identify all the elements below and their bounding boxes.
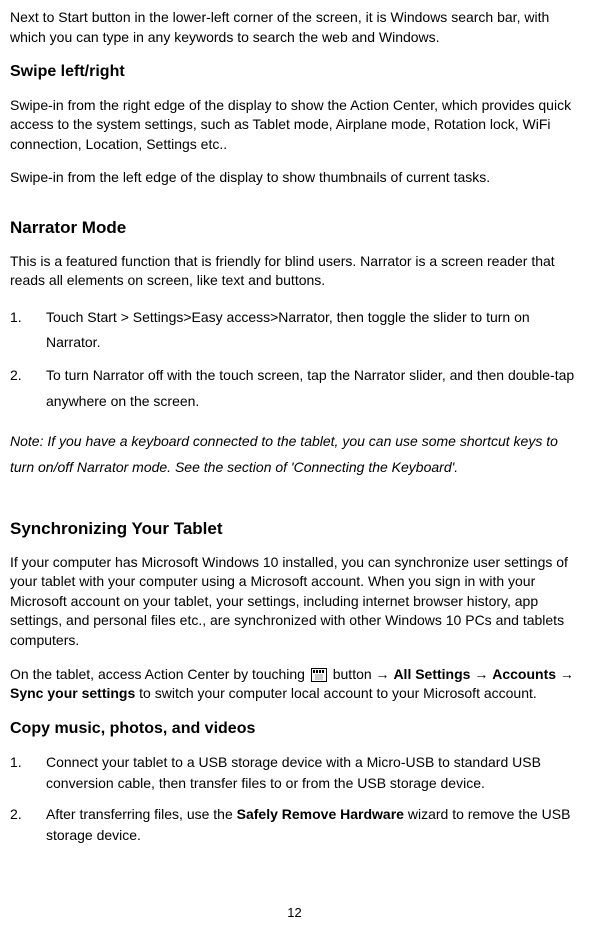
- list-item: 1. Connect your tablet to a USB storage …: [10, 752, 579, 794]
- step-number: 2.: [10, 804, 46, 846]
- step-number: 2.: [10, 363, 46, 413]
- narrator-intro: This is a featured function that is frie…: [10, 252, 579, 291]
- sync-paragraph-1: If your computer has Microsoft Windows 1…: [10, 553, 579, 651]
- text-fragment: button →: [329, 666, 394, 682]
- sync-heading: Synchronizing Your Tablet: [10, 517, 579, 541]
- copy-steps-list: 1. Connect your tablet to a USB storage …: [10, 752, 579, 846]
- step-number: 1.: [10, 752, 46, 794]
- text-fragment: →: [470, 666, 492, 682]
- step-content: To turn Narrator off with the touch scre…: [46, 363, 579, 413]
- page-number: 12: [0, 904, 589, 922]
- swipe-paragraph-1: Swipe-in from the right edge of the disp…: [10, 96, 579, 155]
- swipe-heading: Swipe left/right: [10, 61, 579, 83]
- text-fragment: to switch your computer local account to…: [135, 685, 537, 701]
- bold-text: Safely Remove Hardware: [237, 806, 404, 822]
- text-fragment: On the tablet, access Action Center by t…: [10, 666, 309, 682]
- step-number: 1.: [10, 305, 46, 355]
- narrator-steps-list: 1. Touch Start > Settings>Easy access>Na…: [10, 305, 579, 414]
- intro-paragraph: Next to Start button in the lower-left c…: [10, 8, 579, 47]
- action-center-icon: [311, 668, 327, 682]
- list-item: 2. After transferring files, use the Saf…: [10, 804, 579, 846]
- text-fragment: →: [556, 666, 574, 682]
- list-item: 2. To turn Narrator off with the touch s…: [10, 363, 579, 413]
- step-content: Touch Start > Settings>Easy access>Narra…: [46, 305, 579, 355]
- sync-paragraph-2: On the tablet, access Action Center by t…: [10, 665, 579, 704]
- bold-text: All Settings: [393, 666, 470, 682]
- step-content: After transferring files, use the Safely…: [46, 804, 579, 846]
- narrator-heading: Narrator Mode: [10, 216, 579, 240]
- bold-text: Sync your settings: [10, 685, 135, 701]
- list-item: 1. Touch Start > Settings>Easy access>Na…: [10, 305, 579, 355]
- text-fragment: After transferring files, use the: [46, 806, 237, 822]
- swipe-paragraph-2: Swipe-in from the left edge of the displ…: [10, 168, 579, 188]
- narrator-note: Note: If you have a keyboard connected t…: [10, 428, 579, 481]
- bold-text: Accounts: [492, 666, 556, 682]
- step-content: Connect your tablet to a USB storage dev…: [46, 752, 579, 794]
- copy-heading: Copy music, photos, and videos: [10, 718, 579, 740]
